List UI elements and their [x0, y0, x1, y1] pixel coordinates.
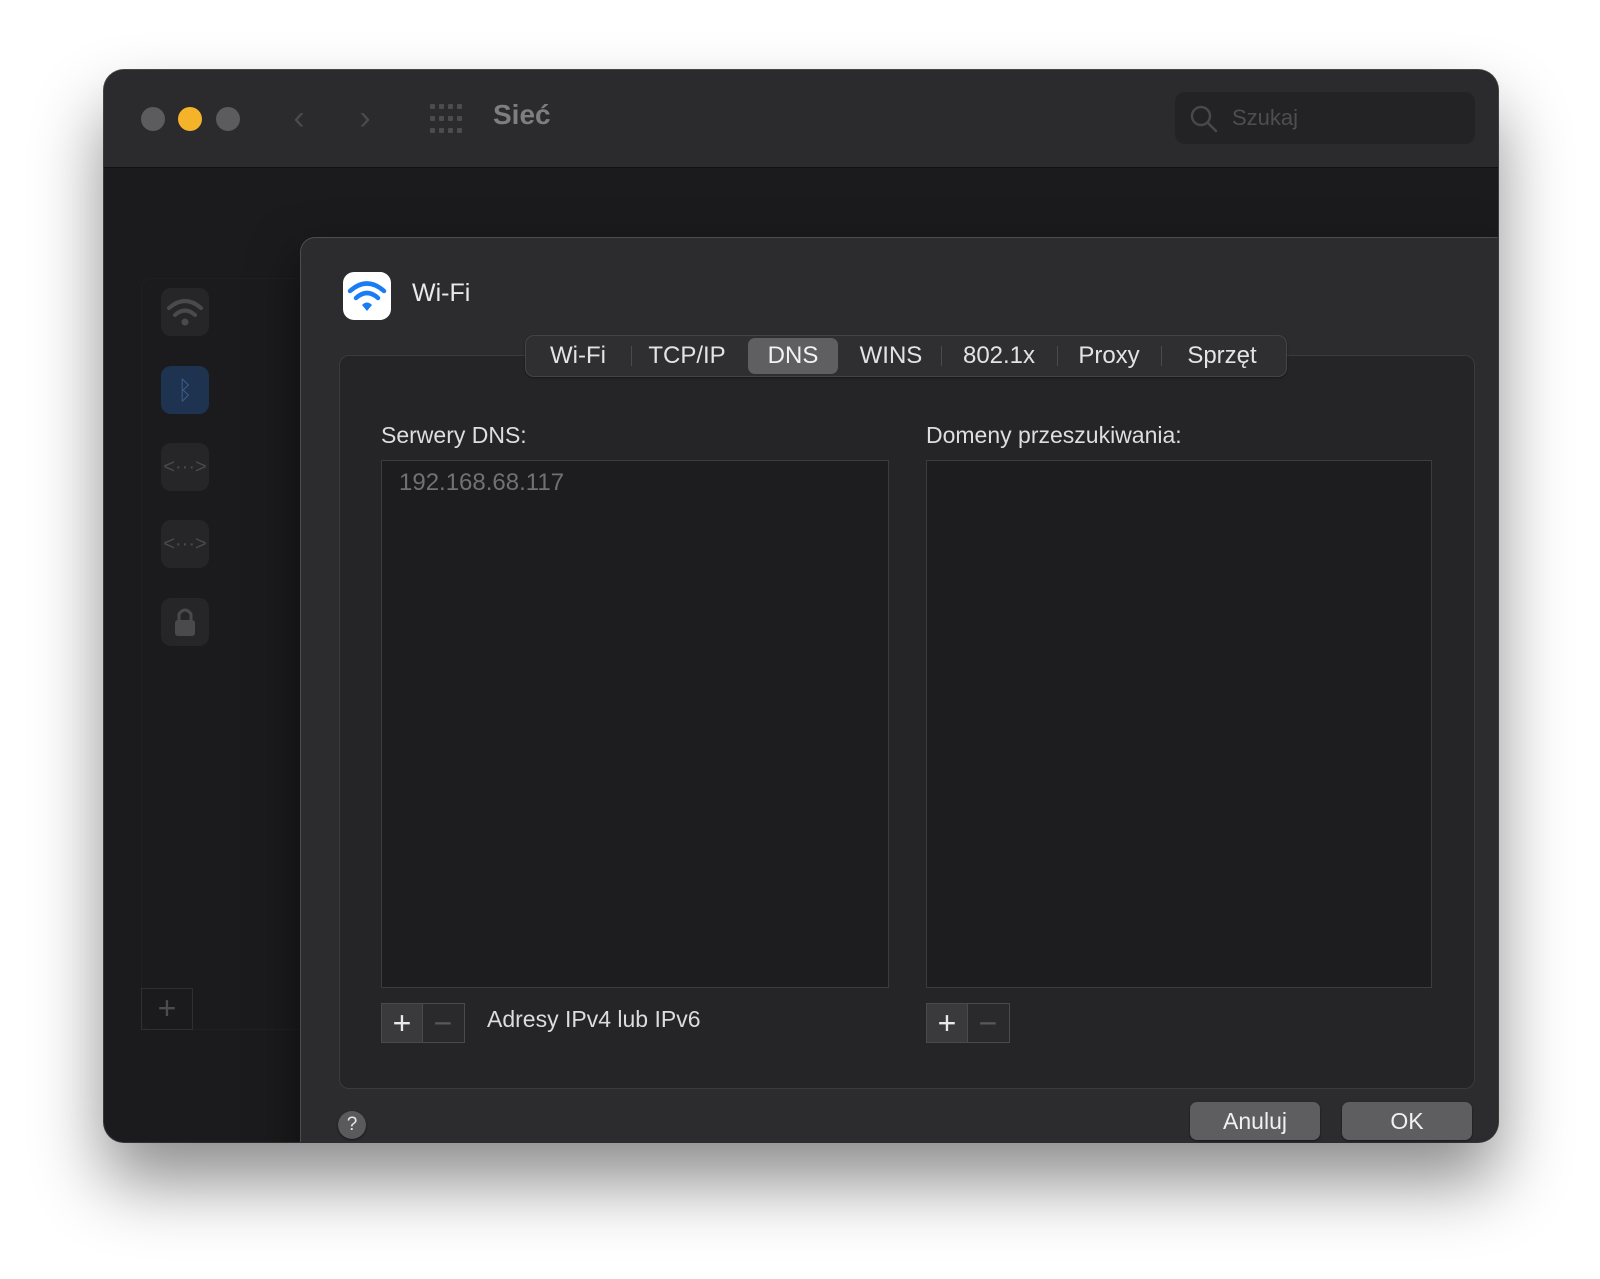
- forward-arrow-icon[interactable]: ›: [350, 100, 380, 136]
- close-window-button[interactable]: [141, 107, 165, 131]
- dns-add-remove-control: + −: [381, 1003, 465, 1043]
- tab-wifi[interactable]: Wi-Fi: [526, 336, 630, 376]
- remove-search-domain-button[interactable]: −: [968, 1004, 1008, 1042]
- tab-wins[interactable]: WINS: [842, 336, 940, 376]
- wifi-advanced-sheet: Wi-Fi Serwery DNS: 192.168.68.117 + − Ad…: [301, 238, 1498, 1142]
- cancel-button[interactable]: Anuluj: [1190, 1102, 1320, 1140]
- tab-dns[interactable]: DNS: [748, 338, 838, 374]
- background-bluetooth-icon: ᛒ: [161, 366, 209, 414]
- background-add-service-button: +: [141, 988, 193, 1030]
- title-bar: ‹ › Sieć Szukaj: [104, 70, 1498, 168]
- search-domains-label: Domeny przeszukiwania:: [926, 422, 1182, 448]
- tab-tcpip[interactable]: TCP/IP: [632, 336, 742, 376]
- add-search-domain-button[interactable]: +: [927, 1004, 968, 1042]
- tab-content-box: Serwery DNS: 192.168.68.117 + − Adresy I…: [339, 355, 1475, 1089]
- dns-hint-label: Adresy IPv4 lub IPv6: [487, 1006, 701, 1032]
- list-item[interactable]: 192.168.68.117: [399, 469, 564, 497]
- tab-hardware[interactable]: Sprzęt: [1162, 336, 1282, 376]
- window-title: Sieć: [493, 99, 551, 130]
- tab-8021x[interactable]: 802.1x: [942, 336, 1056, 376]
- search-domains-list[interactable]: [926, 460, 1432, 988]
- background-wifi-icon: [161, 288, 209, 336]
- search-placeholder: Szukaj: [1232, 105, 1299, 130]
- dns-servers-list[interactable]: 192.168.68.117: [381, 460, 889, 988]
- dns-servers-label: Serwery DNS:: [381, 422, 527, 448]
- tab-proxy[interactable]: Proxy: [1058, 336, 1160, 376]
- show-all-grid-icon[interactable]: [430, 104, 464, 134]
- system-preferences-window: ‹ › Sieć Szukaj ᛒ <···> <···> + Wi-Fi Se…: [104, 70, 1498, 1142]
- domains-add-remove-control: + −: [926, 1003, 1010, 1043]
- sheet-title: Wi-Fi: [412, 279, 471, 307]
- search-field[interactable]: Szukaj: [1175, 92, 1475, 144]
- background-ethernet-icon-2: <···>: [161, 520, 209, 568]
- background-lock-icon: [161, 598, 209, 646]
- zoom-window-button[interactable]: [216, 107, 240, 131]
- search-icon: [1190, 105, 1218, 133]
- background-ethernet-icon: <···>: [161, 443, 209, 491]
- back-arrow-icon[interactable]: ‹: [284, 100, 314, 136]
- wifi-icon: [343, 272, 391, 320]
- tab-bar: Wi-Fi TCP/IP DNS WINS 802.1x Proxy Sprzę…: [525, 335, 1287, 377]
- remove-dns-server-button[interactable]: −: [423, 1004, 463, 1042]
- background-service-list: ᛒ <···> <···>: [141, 278, 231, 1028]
- add-dns-server-button[interactable]: +: [382, 1004, 423, 1042]
- ok-button[interactable]: OK: [1342, 1102, 1472, 1140]
- minimize-window-button[interactable]: [178, 107, 202, 131]
- help-button[interactable]: ?: [338, 1111, 366, 1139]
